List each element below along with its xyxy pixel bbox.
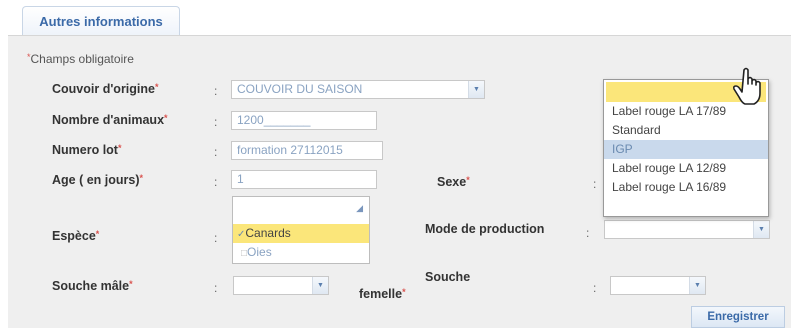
espece-filter[interactable]: ◢ (233, 197, 369, 224)
label-espece: Espèce* (52, 229, 100, 243)
mode-production-select[interactable]: ▼ (604, 220, 770, 239)
chevron-down-icon[interactable]: ▼ (312, 277, 328, 294)
mode-option-la-12-89[interactable]: Label rouge LA 12/89 (604, 159, 768, 178)
souche-femelle-select[interactable]: ▼ (610, 276, 706, 295)
espece-option-canards[interactable]: ✓Canards (233, 224, 369, 243)
mode-option-standard[interactable]: Standard (604, 121, 768, 140)
required-note: *Champs obligatoire (27, 52, 134, 66)
label-souche-femelle-line2: femelle* (359, 287, 406, 301)
label-couvoir: Couvoir d'origine* (52, 82, 159, 96)
label-nombre-animaux: Nombre d'animaux* (52, 113, 168, 127)
label-souche-femelle-line1: Souche (425, 270, 471, 284)
tab-autres-informations[interactable]: Autres informations (22, 6, 180, 36)
mode-option-igp[interactable]: IGP (604, 140, 768, 159)
chevron-down-icon[interactable]: ▼ (689, 277, 705, 294)
colon: : (214, 175, 218, 189)
mode-option-la-16-89[interactable]: Label rouge LA 16/89 (604, 178, 768, 197)
chevron-down-icon[interactable]: ▼ (753, 221, 769, 238)
resize-icon: ◢ (356, 203, 363, 213)
colon: : (214, 145, 218, 159)
colon: : (593, 281, 597, 295)
couvoir-select[interactable]: COUVOIR DU SAISON ▼ (231, 80, 485, 99)
label-sexe: Sexe* (437, 175, 470, 189)
label-mode-production: Mode de production (425, 222, 545, 236)
label-age: Age ( en jours)* (52, 173, 144, 187)
save-button[interactable]: Enregistrer (691, 306, 785, 328)
colon: : (586, 226, 590, 240)
souche-male-select[interactable]: ▼ (233, 276, 329, 295)
hand-cursor-icon (732, 67, 761, 105)
colon: : (214, 84, 218, 98)
colon: : (214, 231, 218, 245)
numero-lot-input[interactable]: formation 27112015 (231, 141, 383, 160)
espece-listbox[interactable]: ◢ ✓Canards □Oies (232, 196, 370, 264)
age-input[interactable]: 1 (231, 170, 377, 189)
chevron-down-icon[interactable]: ▼ (468, 81, 484, 98)
label-numero-lot: Numero lot* (52, 143, 122, 157)
colon: : (593, 177, 597, 191)
espece-option-oies[interactable]: □Oies (233, 243, 369, 262)
colon: : (214, 281, 218, 295)
colon: : (214, 115, 218, 129)
label-souche-male: Souche mâle* (52, 279, 133, 293)
nombre-animaux-input[interactable]: 1200_______ (231, 111, 377, 130)
